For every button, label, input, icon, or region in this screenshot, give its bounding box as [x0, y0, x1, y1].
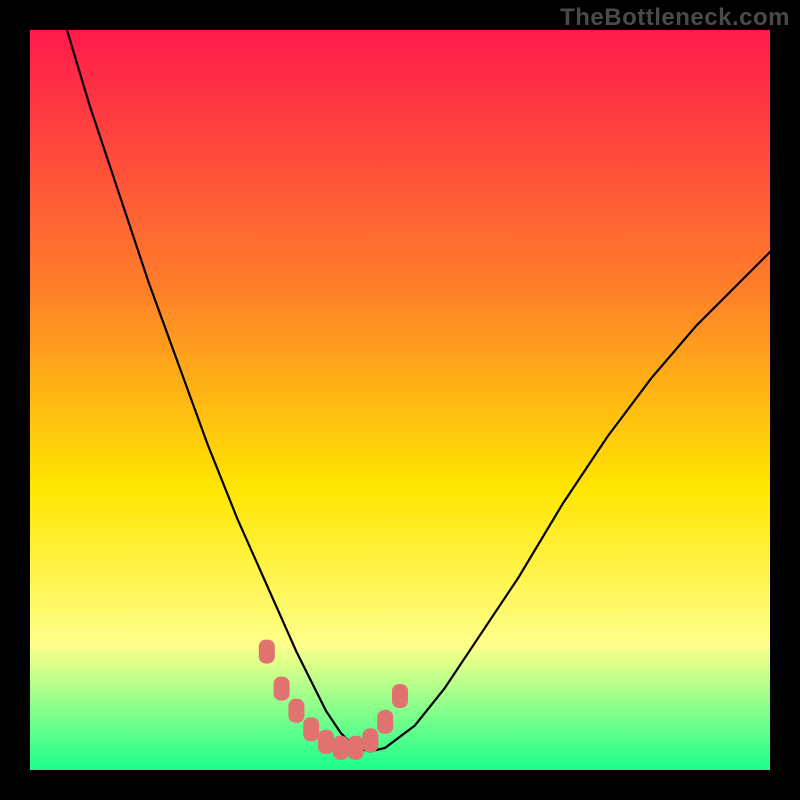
watermark-text: TheBottleneck.com — [560, 4, 790, 32]
plot-area — [30, 30, 770, 770]
marker-dot — [377, 710, 393, 734]
gradient-background — [30, 30, 770, 770]
marker-dot — [288, 699, 304, 723]
chart-frame: TheBottleneck.com — [0, 0, 800, 800]
marker-dot — [392, 684, 408, 708]
marker-dot — [303, 717, 319, 741]
marker-dot — [348, 736, 364, 760]
marker-dot — [362, 728, 378, 752]
marker-dot — [318, 730, 334, 754]
marker-dot — [259, 640, 275, 664]
plot-svg — [30, 30, 770, 770]
marker-dot — [274, 677, 290, 701]
marker-dot — [333, 736, 349, 760]
